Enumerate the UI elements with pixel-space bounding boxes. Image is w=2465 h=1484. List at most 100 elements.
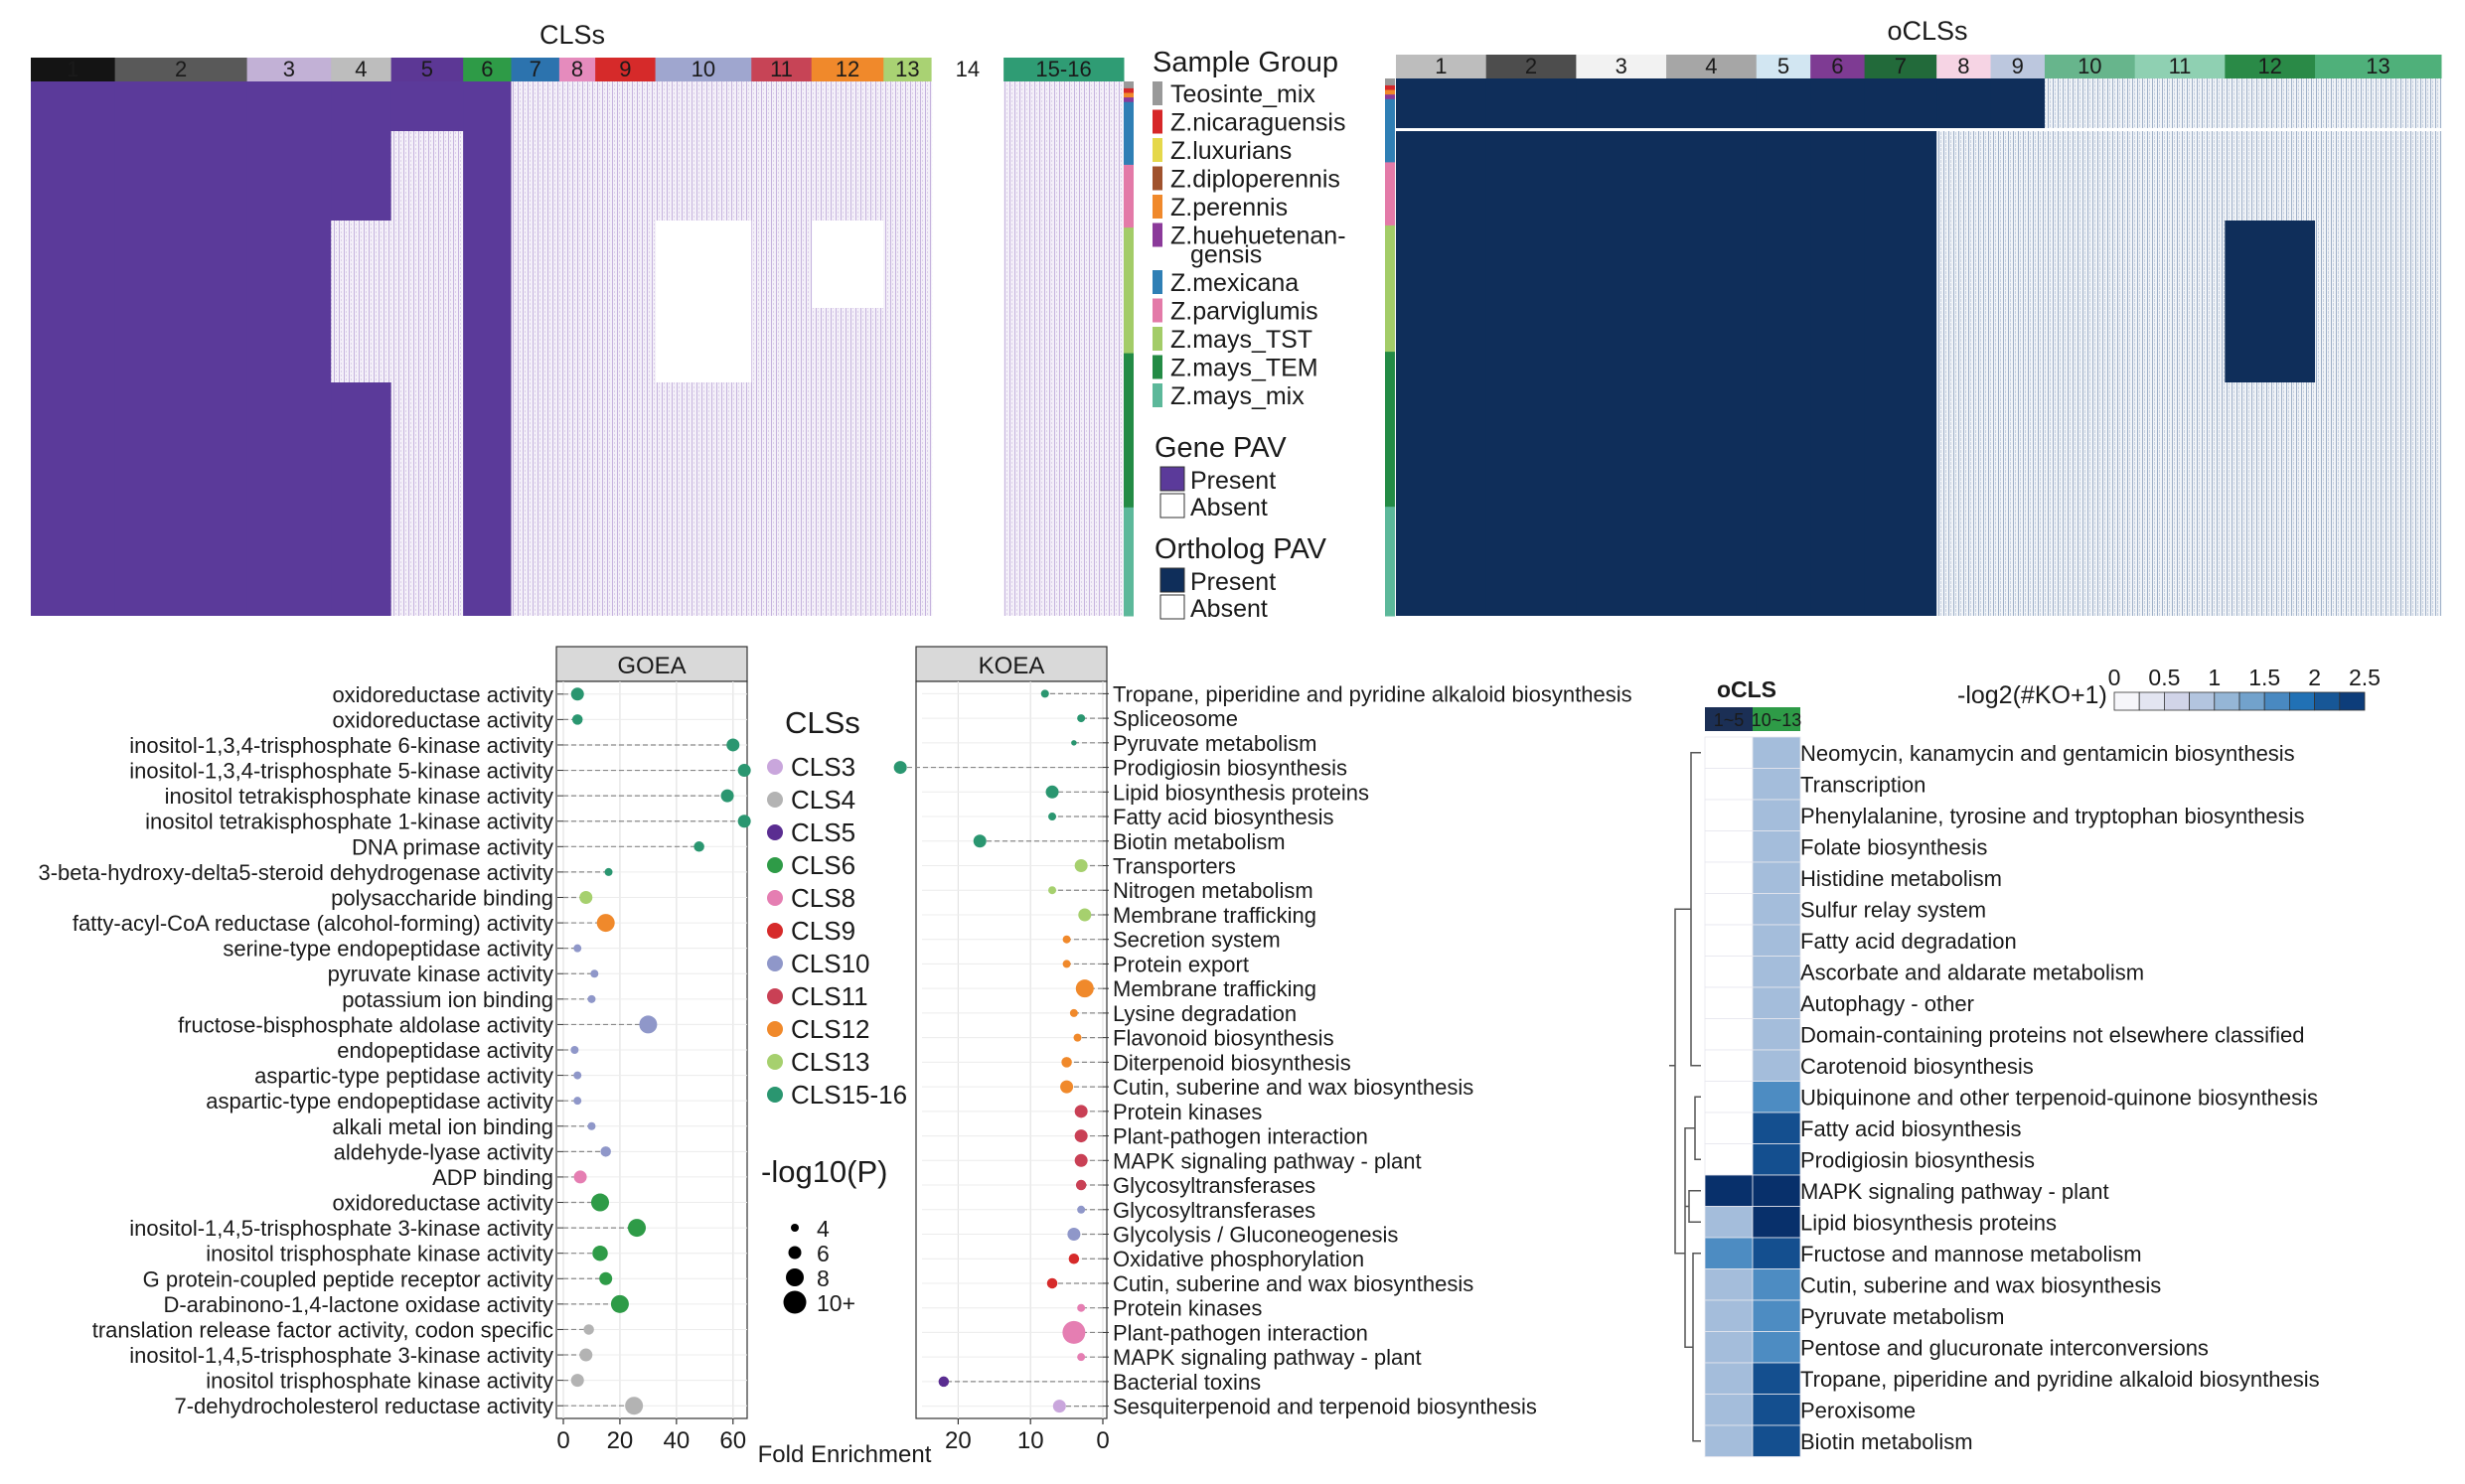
ocls-row-label: Ubiquinone and other terpenoid-quinone b… xyxy=(1800,1085,2318,1110)
sample-group-swatch xyxy=(1153,355,1162,379)
sample-group-label: Z.parviglumis xyxy=(1170,298,1318,326)
koea-dot xyxy=(973,834,987,848)
cls-heatmap-block xyxy=(331,457,392,526)
ocls-heatmap-block xyxy=(2044,308,2136,382)
sidebar-band xyxy=(1124,92,1134,98)
goea-term-label: inositol trisphosphate kinase activity xyxy=(206,1242,553,1266)
goea-dot xyxy=(737,764,751,778)
goea-term-label: potassium ion binding xyxy=(342,987,553,1012)
goea-dot xyxy=(579,890,593,904)
goea-dot xyxy=(570,687,584,701)
koea-dot xyxy=(1052,1400,1066,1413)
gene-pav-present-swatch xyxy=(1159,466,1185,492)
sidebar-band xyxy=(1385,89,1395,95)
cls-heatmap-block xyxy=(595,457,657,526)
goea-dot xyxy=(610,1294,629,1313)
cls-heatmap-block xyxy=(511,131,560,221)
goea-term-label: 7-dehydrocholesterol reductase activity xyxy=(174,1394,553,1418)
ocls-heatmap-block xyxy=(1864,526,1937,616)
ocls-heatmap-block xyxy=(1864,221,1937,308)
cls-heatmap-block xyxy=(463,221,513,308)
cls-heatmap-block xyxy=(463,81,513,131)
cls-heatmap-block xyxy=(114,457,248,526)
goea-term-label: aspartic-type endopeptidase activity xyxy=(206,1089,553,1113)
ocls-heatmap-cell xyxy=(1752,1299,1801,1332)
cls-heatmap-block xyxy=(558,382,596,457)
cls-heatmap-block xyxy=(883,81,933,131)
sidebar-band xyxy=(1124,97,1134,103)
cls-heatmap-block xyxy=(811,382,884,457)
ocls-heatmap-block xyxy=(1396,131,1487,221)
cls-heatmap-block xyxy=(751,131,813,221)
ocls-heatmap-block xyxy=(1864,457,1937,526)
cls-legend-dot xyxy=(767,1021,783,1037)
sample-group-swatch xyxy=(1153,166,1162,191)
ocls-heatmap-block xyxy=(1990,382,2046,457)
cls-heatmap-block xyxy=(463,382,513,457)
sample-group-sidebar xyxy=(1124,81,1134,617)
koea-dot xyxy=(1077,1353,1086,1362)
ocls-heatmap-block xyxy=(1666,221,1758,308)
cls-heatmap-block xyxy=(1003,131,1125,221)
koea-term-label: Flavonoid biosynthesis xyxy=(1113,1026,1334,1051)
ocls-cluster-label: 3 xyxy=(1616,54,1627,78)
goea-x-axis-label: Fold Enrichment xyxy=(758,1441,932,1468)
cls-heatmap-block xyxy=(655,457,752,526)
goea-term-label: DNA primase activity xyxy=(352,834,553,859)
ocls-heatmap-block xyxy=(1756,457,1811,526)
ocls-heatmap-block xyxy=(1485,221,1577,308)
cls-heatmap-block xyxy=(246,457,332,526)
cls-heatmap-block xyxy=(114,382,248,457)
size-legend-label: 6 xyxy=(817,1241,830,1266)
goea-dot xyxy=(600,1146,611,1157)
ocls-heatmap-block xyxy=(1810,382,1866,457)
cls-legend-dot xyxy=(767,857,783,873)
ocls-heatmap-block xyxy=(2044,457,2136,526)
ocls-heatmap-block xyxy=(1810,526,1866,616)
ocls-heatmap-small-title: oCLS xyxy=(1717,676,1776,702)
cls-cluster-label: 11 xyxy=(770,57,793,81)
ocls-heatmap-block xyxy=(1864,78,1937,128)
ocls-heatmap-cell xyxy=(1704,1268,1754,1301)
goea-dot xyxy=(587,994,596,1003)
cls-heatmap-block xyxy=(558,526,596,616)
koea-dot xyxy=(1048,886,1057,895)
ocls-heatmap-block xyxy=(2225,131,2316,221)
cls-heatmap-block xyxy=(1003,526,1125,616)
cls-legend-label: CLS9 xyxy=(791,916,855,946)
cls-heatmap-block xyxy=(331,308,392,382)
cls-heatmap-block xyxy=(511,457,560,526)
ocls-heatmap-block xyxy=(1936,526,1992,616)
ocls-heatmap-block xyxy=(2315,78,2442,128)
ocls-row-label: Folate biosynthesis xyxy=(1800,834,1987,859)
cls-heatmap-block xyxy=(246,382,332,457)
ocls-heatmap-block xyxy=(1576,526,1667,616)
sidebar-band xyxy=(1124,507,1134,617)
ocls-heatmap-block xyxy=(2134,308,2226,382)
ocls-heatmap-block xyxy=(2225,526,2316,616)
ocls-row-label: Histidine metabolism xyxy=(1800,866,2002,891)
ocls-heatmap-cell xyxy=(1704,1174,1754,1207)
ocls-heatmap-cell xyxy=(1752,956,1801,988)
ocls-heatmap-block xyxy=(2315,526,2442,616)
koea-dot xyxy=(1069,1008,1078,1017)
ocls-heatmap-block xyxy=(2315,382,2442,457)
cls-heatmap-block xyxy=(511,526,560,616)
ortholog-pav-present-swatch xyxy=(1159,567,1185,593)
size-legend-dot xyxy=(791,1224,799,1232)
ortholog-pav-absent-label: Absent xyxy=(1190,595,1268,623)
koea-term-label: Plant-pathogen interaction xyxy=(1113,1124,1368,1149)
sample-group-swatch xyxy=(1153,223,1162,247)
cls-heatmap-block xyxy=(331,221,392,308)
cls-heatmap-block xyxy=(751,308,813,382)
koea-dot xyxy=(1046,1277,1058,1289)
cls-legend-label: CLS11 xyxy=(791,981,868,1011)
cls-heatmap-block xyxy=(31,382,116,457)
cls-legend-dot xyxy=(767,988,783,1004)
ocls-heatmap-block xyxy=(2134,526,2226,616)
cls-cluster-label: 6 xyxy=(481,57,493,81)
cls-heatmap-block xyxy=(811,526,884,616)
sidebar-band xyxy=(1124,227,1134,355)
ocls-heatmap-block xyxy=(1756,131,1811,221)
koea-term-label: Pyruvate metabolism xyxy=(1113,731,1316,756)
